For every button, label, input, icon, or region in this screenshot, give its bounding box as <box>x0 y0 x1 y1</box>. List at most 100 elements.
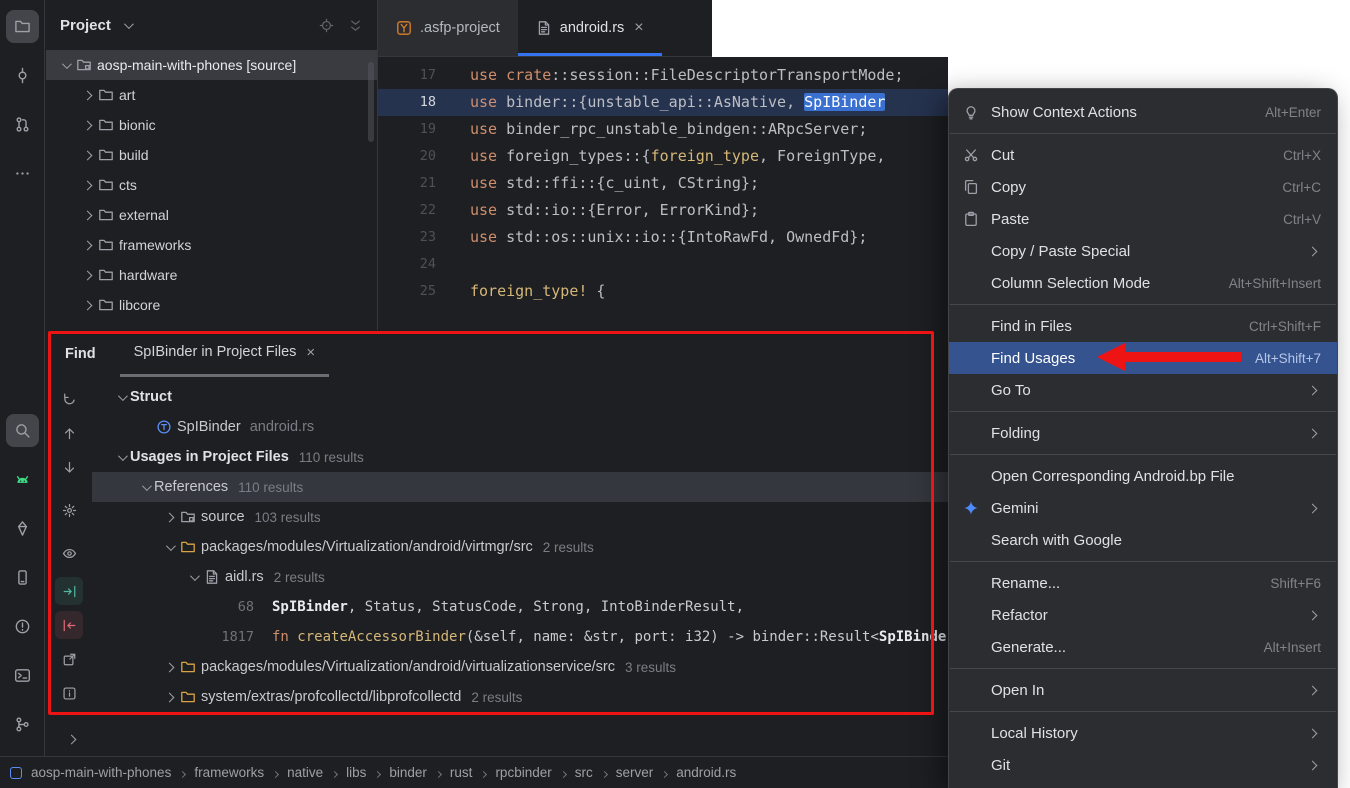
editor-line-21[interactable]: 21use std::ffi::{c_uint, CString}; <box>378 170 948 197</box>
breadcrumb-item-binder[interactable]: binder <box>389 765 427 780</box>
chevron-down-icon[interactable] <box>184 574 202 581</box>
info-button[interactable] <box>55 679 83 707</box>
scrollbar[interactable] <box>368 62 374 142</box>
preview-button[interactable] <box>55 539 83 567</box>
menu-item-local-history[interactable]: Local History <box>949 717 1337 749</box>
git-tool-button[interactable] <box>6 708 39 741</box>
find-tree-item-packages-modules-virtualization-android-virtualizationservice-src[interactable]: packages/modules/Virtualization/android/… <box>92 652 948 682</box>
editor-line-17[interactable]: 17use crate::session::FileDescriptorTran… <box>378 62 948 89</box>
settings-button[interactable] <box>55 496 83 524</box>
find-tool-button[interactable] <box>6 414 39 447</box>
device-manager-tool-button[interactable] <box>6 561 39 594</box>
chevron-right-icon[interactable] <box>160 664 178 671</box>
editor-line-19[interactable]: 19use binder_rpc_unstable_bindgen::ARpcS… <box>378 116 948 143</box>
editor-line-22[interactable]: 22use std::io::{Error, ErrorKind}; <box>378 197 948 224</box>
project-tree-item-cts[interactable]: cts <box>46 170 377 200</box>
editor-line-23[interactable]: 23use std::os::unix::io::{IntoRawFd, Own… <box>378 224 948 251</box>
menu-item-gemini[interactable]: Gemini <box>949 492 1337 524</box>
breadcrumb-item-aosp-main-with-phones[interactable]: aosp-main-with-phones <box>31 765 171 780</box>
editor-line-18[interactable]: 18use binder::{unstable_api::AsNative, S… <box>378 89 948 116</box>
breadcrumb-item-rpcbinder[interactable]: rpcbinder <box>495 765 551 780</box>
project-tree-item-aosp-main-with-phones-source[interactable]: aosp-main-with-phones [source] <box>46 50 377 80</box>
breadcrumb-item-server[interactable]: server <box>616 765 654 780</box>
find-tree-item-references[interactable]: References110 results <box>92 472 948 502</box>
close-icon[interactable]: × <box>634 19 643 37</box>
close-icon[interactable]: × <box>306 344 315 361</box>
menu-item-go-to[interactable]: Go To <box>949 374 1337 406</box>
breadcrumb-item-native[interactable]: native <box>287 765 323 780</box>
breadcrumb-item-rust[interactable]: rust <box>450 765 473 780</box>
locate-icon[interactable] <box>319 18 334 33</box>
autoscroll-to-source-button[interactable] <box>55 577 83 605</box>
project-tree-item-external[interactable]: external <box>46 200 377 230</box>
logcat-tool-button[interactable] <box>6 463 39 496</box>
find-tree-item-struct[interactable]: Struct <box>92 382 948 412</box>
project-tree-item-libcore[interactable]: libcore <box>46 290 377 320</box>
breadcrumb-item-libs[interactable]: libs <box>346 765 366 780</box>
menu-item-git[interactable]: Git <box>949 749 1337 781</box>
chevron-right-icon[interactable] <box>78 212 96 219</box>
chevron-right-icon[interactable] <box>78 182 96 189</box>
chevron-right-icon[interactable] <box>160 694 178 701</box>
collapse-all-icon[interactable] <box>348 18 363 33</box>
refresh-button[interactable] <box>55 385 83 413</box>
project-tree-item-build[interactable]: build <box>46 140 377 170</box>
code-editor[interactable]: 17use crate::session::FileDescriptorTran… <box>378 57 948 330</box>
breadcrumb-item-src[interactable]: src <box>575 765 593 780</box>
project-tree-item-hardware[interactable]: hardware <box>46 260 377 290</box>
menu-item-find-usages[interactable]: Find UsagesAlt+Shift+7 <box>949 342 1337 374</box>
menu-item-folding[interactable]: Folding <box>949 417 1337 449</box>
project-tree-item-art[interactable]: art <box>46 80 377 110</box>
breadcrumb-item-frameworks[interactable]: frameworks <box>194 765 264 780</box>
menu-item-column-selection-mode[interactable]: Column Selection ModeAlt+Shift+Insert <box>949 267 1337 299</box>
chevron-down-icon[interactable] <box>160 544 178 551</box>
chevron-down-icon[interactable] <box>112 454 130 461</box>
editor-line-25[interactable]: 25foreign_type! { <box>378 278 948 305</box>
chevron-down-icon[interactable] <box>112 394 130 401</box>
project-tree-item-bionic[interactable]: bionic <box>46 110 377 140</box>
navigate-down-button[interactable] <box>55 453 83 481</box>
commit-tool-button[interactable] <box>6 59 39 92</box>
menu-item-cut[interactable]: CutCtrl+X <box>949 139 1337 171</box>
menu-item-show-context-actions[interactable]: Show Context ActionsAlt+Enter <box>949 96 1337 128</box>
problems-tool-button[interactable] <box>6 610 39 643</box>
chevron-down-icon[interactable] <box>56 62 74 69</box>
menu-item-copy[interactable]: CopyCtrl+C <box>949 171 1337 203</box>
chevron-right-icon[interactable] <box>78 242 96 249</box>
menu-item-find-in-files[interactable]: Find in FilesCtrl+Shift+F <box>949 310 1337 342</box>
project-tool-button[interactable] <box>6 10 39 43</box>
more-tool-button[interactable] <box>6 157 39 190</box>
find-tree-item-source[interactable]: source103 results <box>92 502 948 532</box>
menu-item-refactor[interactable]: Refactor <box>949 599 1337 631</box>
menu-item-copy-paste-special[interactable]: Copy / Paste Special <box>949 235 1337 267</box>
open-in-editor-button[interactable] <box>55 645 83 673</box>
menu-item-generate[interactable]: Generate...Alt+Insert <box>949 631 1337 663</box>
project-dropdown[interactable]: Project <box>60 17 111 34</box>
editor-line-24[interactable]: 24 <box>378 251 948 278</box>
menu-item-rename[interactable]: Rename...Shift+F6 <box>949 567 1337 599</box>
find-tree-item-packages-modules-virtualization-android-virtmgr-src[interactable]: packages/modules/Virtualization/android/… <box>92 532 948 562</box>
autoscroll-from-source-button[interactable] <box>55 611 83 639</box>
find-match-row-line-1817[interactable]: 1817fn createAccessorBinder(&self, name:… <box>92 622 948 652</box>
chevron-down-icon[interactable] <box>119 22 137 29</box>
breadcrumb-item-android-rs[interactable]: android.rs <box>676 765 736 780</box>
chevron-right-icon[interactable] <box>78 302 96 309</box>
chevron-right-icon[interactable] <box>78 272 96 279</box>
navigate-up-button[interactable] <box>55 419 83 447</box>
find-tree-item-system-extras-profcollectd-libprofcollectd[interactable]: system/extras/profcollectd/libprofcollec… <box>92 682 948 712</box>
project-tree-item-frameworks[interactable]: frameworks <box>46 230 377 260</box>
find-tree-item-aidl-rs[interactable]: aidl.rs2 results <box>92 562 948 592</box>
menu-item-open-in[interactable]: Open In <box>949 674 1337 706</box>
find-tree-item-usages-in-project-files[interactable]: Usages in Project Files110 results <box>92 442 948 472</box>
menu-item-paste[interactable]: PasteCtrl+V <box>949 203 1337 235</box>
editor-tab-android-rs[interactable]: android.rs× <box>518 0 662 56</box>
app-quality-insights-tool-button[interactable] <box>6 512 39 545</box>
chevron-right-icon[interactable] <box>78 122 96 129</box>
chevron-down-icon[interactable] <box>136 484 154 491</box>
menu-item-search-with-google[interactable]: Search with Google <box>949 524 1337 556</box>
chevron-right-icon[interactable] <box>160 514 178 521</box>
collapsed-row-chevron[interactable] <box>68 730 75 748</box>
find-results-tab[interactable]: SpIBinder in Project Files × <box>120 330 330 377</box>
menu-item-open-corresponding-android-bp-file[interactable]: Open Corresponding Android.bp File <box>949 460 1337 492</box>
terminal-tool-button[interactable] <box>6 659 39 692</box>
